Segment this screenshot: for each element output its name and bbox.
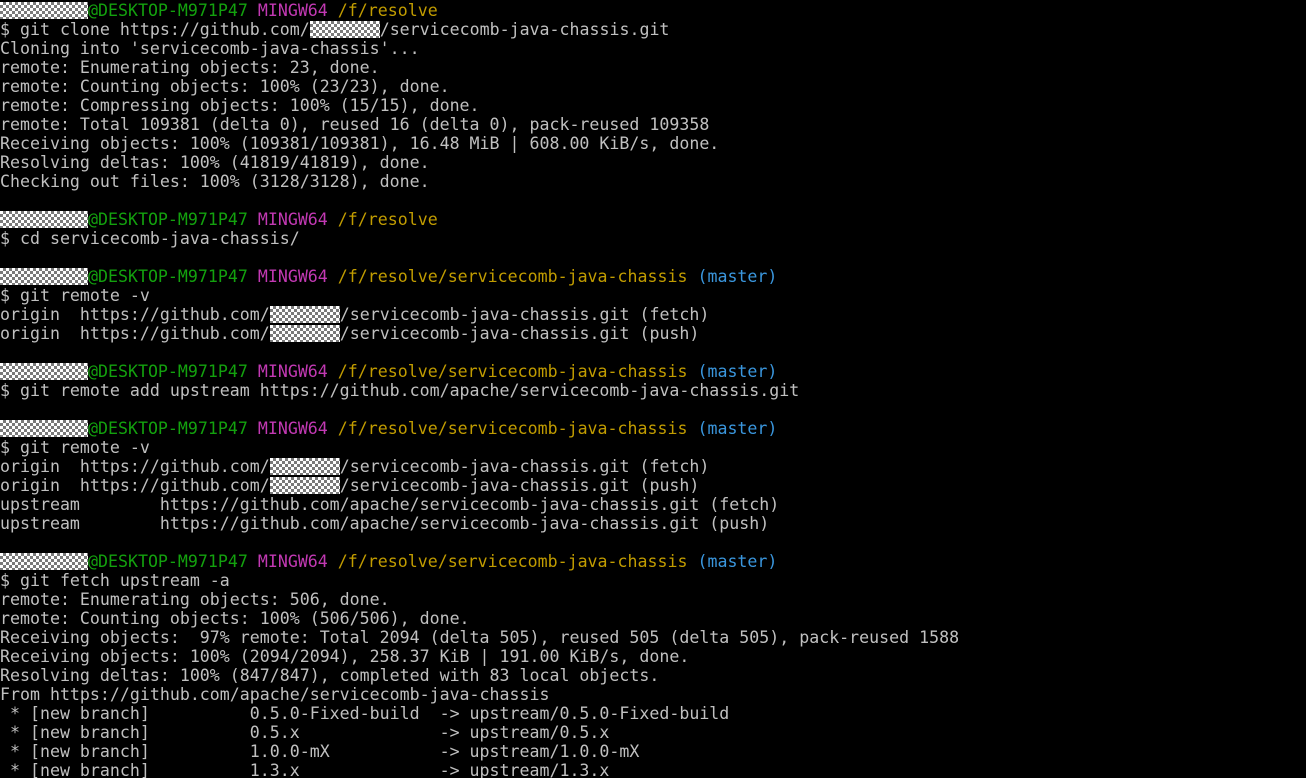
redacted-username (0, 268, 88, 285)
output-line: origin https://github.com//servicecomb-j… (0, 476, 700, 495)
prompt-host: @DESKTOP-M971P47 (88, 419, 248, 438)
redacted-username (0, 2, 88, 19)
prompt-host: @DESKTOP-M971P47 (88, 362, 248, 381)
redacted-account (269, 306, 340, 323)
prompt-branch: (master) (697, 419, 778, 438)
command-line: $ git clone https://github.com//servicec… (0, 20, 670, 39)
output-line: upstream https://github.com/apache/servi… (0, 495, 780, 514)
output-line: origin https://github.com//servicecomb-j… (0, 457, 710, 476)
command-line: $ git remote -v (0, 438, 150, 457)
prompt-path: /f/resolve (337, 210, 438, 229)
output-line: remote: Counting objects: 100% (506/506)… (0, 609, 470, 628)
output-line: From https://github.com/apache/serviceco… (0, 685, 550, 704)
prompt-path: /f/resolve/servicecomb-java-chassis (337, 552, 688, 571)
output-line: origin https://github.com//servicecomb-j… (0, 324, 700, 343)
redacted-username (0, 363, 88, 380)
output-line: Checking out files: 100% (3128/3128), do… (0, 172, 430, 191)
output-line: * [new branch] 1.0.0-mX -> upstream/1.0.… (0, 742, 640, 761)
prompt-host: @DESKTOP-M971P47 (88, 267, 248, 286)
output-line: remote: Enumerating objects: 506, done. (0, 590, 390, 609)
redacted-username (0, 553, 88, 570)
prompt-path: /f/resolve/servicecomb-java-chassis (337, 267, 688, 286)
prompt-line: @DESKTOP-M971P47 MINGW64 /f/resolve (0, 210, 1306, 229)
output-line: Resolving deltas: 100% (41819/41819), do… (0, 153, 430, 172)
prompt-system: MINGW64 (257, 362, 328, 381)
prompt-line: @DESKTOP-M971P47 MINGW64 /f/resolve (0, 1, 1306, 20)
prompt-line: @DESKTOP-M971P47 MINGW64 /f/resolve/serv… (0, 552, 1306, 571)
command-line: $ git fetch upstream -a (0, 571, 230, 590)
output-line: remote: Compressing objects: 100% (15/15… (0, 96, 480, 115)
redacted-account (269, 458, 340, 475)
redacted-account (309, 21, 380, 38)
output-line: upstream https://github.com/apache/servi… (0, 514, 770, 533)
prompt-branch: (master) (697, 552, 778, 571)
redacted-username (0, 211, 88, 228)
command-line: $ git remote add upstream https://github… (0, 381, 800, 400)
prompt-host: @DESKTOP-M971P47 (88, 552, 248, 571)
output-line: Cloning into 'servicecomb-java-chassis'.… (0, 39, 420, 58)
output-line: origin https://github.com//servicecomb-j… (0, 305, 710, 324)
output-line: Receiving objects: 100% (2094/2094), 258… (0, 647, 690, 666)
prompt-system: MINGW64 (257, 419, 328, 438)
output-line: remote: Counting objects: 100% (23/23), … (0, 77, 450, 96)
prompt-system: MINGW64 (257, 210, 328, 229)
output-line: * [new branch] 1.3.x -> upstream/1.3.x (0, 761, 610, 778)
prompt-system: MINGW64 (257, 552, 328, 571)
command-line: $ git remote -v (0, 286, 150, 305)
redacted-username (0, 420, 88, 437)
prompt-branch: (master) (697, 267, 778, 286)
command-line: $ cd servicecomb-java-chassis/ (0, 229, 300, 248)
prompt-host: @DESKTOP-M971P47 (88, 1, 248, 20)
output-line: Resolving deltas: 100% (847/847), comple… (0, 666, 660, 685)
prompt-line: @DESKTOP-M971P47 MINGW64 /f/resolve/serv… (0, 362, 1306, 381)
output-line: * [new branch] 0.5.0-Fixed-build -> upst… (0, 704, 730, 723)
output-line: remote: Enumerating objects: 23, done. (0, 58, 380, 77)
prompt-branch: (master) (697, 362, 778, 381)
prompt-system: MINGW64 (257, 267, 328, 286)
redacted-account (269, 325, 340, 342)
output-line: Receiving objects: 100% (109381/109381),… (0, 134, 720, 153)
output-line: remote: Total 109381 (delta 0), reused 1… (0, 115, 710, 134)
output-line: * [new branch] 0.5.x -> upstream/0.5.x (0, 723, 610, 742)
prompt-path: /f/resolve/servicecomb-java-chassis (337, 419, 688, 438)
prompt-host: @DESKTOP-M971P47 (88, 210, 248, 229)
prompt-path: /f/resolve (337, 1, 438, 20)
prompt-path: /f/resolve/servicecomb-java-chassis (337, 362, 688, 381)
output-line: Receiving objects: 97% remote: Total 209… (0, 628, 960, 647)
terminal-window[interactable]: @DESKTOP-M971P47 MINGW64 /f/resolve $ gi… (0, 1, 1306, 778)
prompt-line: @DESKTOP-M971P47 MINGW64 /f/resolve/serv… (0, 419, 1306, 438)
prompt-line: @DESKTOP-M971P47 MINGW64 /f/resolve/serv… (0, 267, 1306, 286)
redacted-account (269, 477, 340, 494)
prompt-system: MINGW64 (257, 1, 328, 20)
